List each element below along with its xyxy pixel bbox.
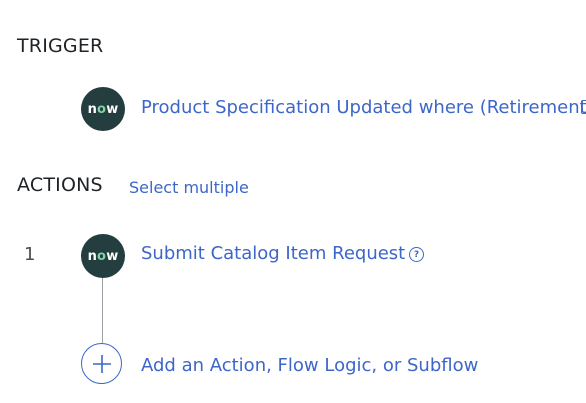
now-logo-letter-n: n <box>87 101 98 117</box>
help-circle-icon[interactable]: ? <box>409 247 424 262</box>
now-logo-letter-n: n <box>87 248 98 264</box>
plus-icon <box>92 354 111 373</box>
now-logo-letter-w: w <box>106 101 119 117</box>
action-step-number: 1 <box>24 244 36 265</box>
connector-line <box>102 278 103 343</box>
now-logo-letter-o: o <box>97 101 107 117</box>
actions-heading: ACTIONS <box>17 174 103 196</box>
trigger-link[interactable]: Product Specification Updated where (Ret… <box>141 97 586 118</box>
now-logo-icon: now <box>81 87 125 131</box>
now-logo-icon: now <box>81 234 125 278</box>
flow-designer-panel: TRIGGER now Product Specification Update… <box>0 0 586 403</box>
trigger-heading: TRIGGER <box>17 35 104 57</box>
now-logo-letter-o: o <box>97 248 107 264</box>
action-item-link[interactable]: Submit Catalog Item Request <box>141 243 405 264</box>
select-multiple-link[interactable]: Select multiple <box>129 178 249 197</box>
truncated-icon <box>581 100 586 114</box>
add-action-link[interactable]: Add an Action, Flow Logic, or Subflow <box>141 355 478 376</box>
add-action-button[interactable] <box>81 343 122 384</box>
now-logo-letter-w: w <box>106 248 119 264</box>
